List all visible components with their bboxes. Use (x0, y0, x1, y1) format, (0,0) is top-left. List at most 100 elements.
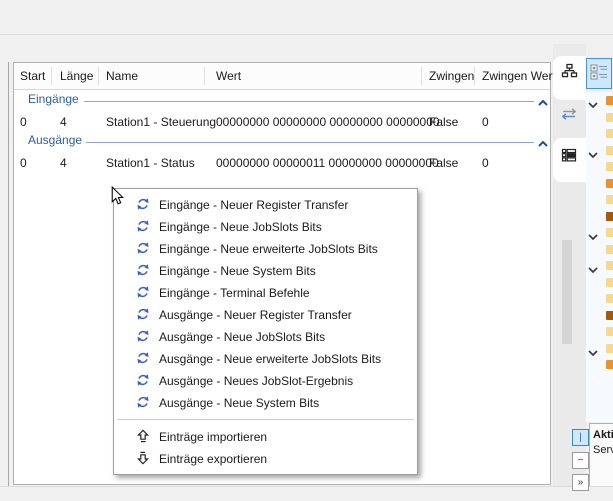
menu-item[interactable]: Ausgänge - Neue System Bits (114, 392, 417, 414)
clipped-item-fragment (606, 327, 613, 336)
sync-icon (136, 373, 150, 390)
menu-item[interactable]: Eingänge - Terminal Befehle (114, 282, 417, 304)
clipped-item-fragment (606, 311, 613, 320)
list-item[interactable] (586, 125, 613, 142)
menu-item-label: Eingänge - Neue JobSlots Bits (159, 220, 322, 234)
right-panel-list (586, 92, 613, 422)
strip-scrollbar-thumb[interactable] (562, 240, 572, 344)
menu-item[interactable]: Eingänge - Neue System Bits (114, 260, 417, 282)
menu-item-label: Eingänge - Terminal Befehle (159, 286, 310, 300)
export-arrow-down-icon (136, 451, 150, 468)
minimize-button[interactable]: − (572, 452, 589, 469)
menu-item-label: Ausgänge - Neue erweiterte JobSlots Bits (159, 352, 381, 366)
menu-item[interactable]: Ausgänge - Neues JobSlot-Ergebnis (114, 370, 417, 392)
list-item[interactable] (586, 323, 613, 340)
import-arrow-up-icon (136, 429, 150, 446)
list-item[interactable] (586, 340, 613, 357)
column-header-name[interactable]: Name (106, 69, 138, 83)
group-label: Ausgänge (28, 133, 82, 147)
cell-laenge: 4 (60, 115, 67, 129)
status-subtitle: Serv (593, 444, 613, 456)
list-rows-icon[interactable] (561, 148, 577, 165)
column-header-wert[interactable]: Wert (216, 69, 241, 83)
list-item[interactable] (586, 175, 613, 192)
expand-panel-button[interactable]: » (572, 474, 589, 491)
column-header-start[interactable]: Start (20, 69, 45, 83)
table-row[interactable]: 0 4 Station1 - Steuerung 00000000 000000… (14, 109, 550, 130)
cell-zwingen-wert: 0 (482, 115, 489, 129)
expand-all-button[interactable] (586, 58, 612, 89)
clipped-item-fragment (606, 245, 613, 254)
column-header-laenge[interactable]: Länge (60, 69, 93, 83)
list-item[interactable] (586, 142, 613, 159)
list-item[interactable] (586, 92, 613, 109)
minus-icon: − (578, 456, 584, 466)
table-row[interactable]: 0 4 Station1 - Status 00000000 00000011 … (14, 150, 550, 171)
menu-item[interactable]: Eingänge - Neue JobSlots Bits (114, 216, 417, 238)
app-window: Start Länge Name Wert Zwingen Zwingen We… (0, 0, 613, 501)
group-row-eingaenge[interactable]: Eingänge (14, 89, 550, 109)
clipped-item-fragment (606, 344, 613, 353)
sync-icon (136, 329, 150, 346)
cell-wert: 00000000 00000000 00000000 00000000 (216, 115, 440, 129)
column-separator (98, 67, 99, 85)
menu-item-label: Einträge importieren (159, 430, 267, 444)
column-separator (204, 67, 205, 85)
left-pane-edge (8, 62, 9, 486)
group-rule-line (86, 142, 534, 143)
menu-item-label: Ausgänge - Neues JobSlot-Ergebnis (159, 374, 353, 388)
menu-item[interactable]: Eingänge - Neue erweiterte JobSlots Bits (114, 238, 417, 260)
clipped-item-fragment (606, 212, 613, 221)
list-item[interactable] (586, 274, 613, 291)
status-title: Akti (593, 429, 613, 441)
sync-icon (136, 351, 150, 368)
hierarchy-icon[interactable] (561, 63, 578, 81)
pin-button[interactable]: | (572, 429, 589, 446)
cell-wert: 00000000 00000011 00000000 00000000 (216, 156, 439, 170)
list-item[interactable] (586, 241, 613, 258)
context-menu: Eingänge - Neuer Register Transfer Eingä… (113, 188, 418, 475)
clipped-item-fragment (606, 113, 613, 122)
group-rule-line (84, 101, 534, 102)
clipped-item-fragment (606, 228, 613, 237)
list-item[interactable] (586, 158, 613, 175)
list-item[interactable] (586, 307, 613, 324)
group-row-ausgaenge[interactable]: Ausgänge (14, 130, 550, 150)
menu-item[interactable]: Ausgänge - Neue erweiterte JobSlots Bits (114, 348, 417, 370)
list-item[interactable] (586, 257, 613, 274)
sync-icon (136, 197, 150, 214)
menu-item-label: Eingänge - Neue erweiterte JobSlots Bits (159, 242, 378, 256)
menu-item-export[interactable]: Einträge exportieren (114, 448, 417, 470)
clipped-item-fragment (606, 294, 613, 303)
menu-item-import[interactable]: Einträge importieren (114, 426, 417, 448)
menu-item[interactable]: Ausgänge - Neue JobSlots Bits (114, 326, 417, 348)
swap-arrows-icon[interactable] (560, 107, 578, 124)
list-item[interactable] (586, 191, 613, 208)
collapse-chevron-up-icon[interactable] (538, 95, 548, 109)
pipe-icon: | (579, 433, 582, 443)
cell-zwingen: False (429, 156, 458, 170)
collapse-chevron-up-icon[interactable] (538, 136, 548, 150)
menu-item-label: Ausgänge - Neuer Register Transfer (159, 308, 352, 322)
sync-icon (136, 241, 150, 258)
clipped-item-fragment (606, 360, 613, 369)
right-side-panel: Akti Serv (586, 44, 613, 486)
column-header-zwingen[interactable]: Zwingen (429, 69, 474, 83)
menu-item[interactable]: Ausgänge - Neuer Register Transfer (114, 304, 417, 326)
cell-start: 0 (20, 156, 27, 170)
list-item[interactable] (586, 224, 613, 241)
clipped-item-fragment (606, 162, 613, 171)
list-item[interactable] (586, 290, 613, 307)
menu-item-label: Ausgänge - Neue JobSlots Bits (159, 330, 325, 344)
sync-icon (136, 285, 150, 302)
list-item[interactable] (586, 109, 613, 126)
clipped-item-fragment (606, 146, 613, 155)
clipped-item-fragment (606, 195, 613, 204)
list-item[interactable] (586, 208, 613, 225)
column-separator (51, 67, 52, 85)
menu-item[interactable]: Eingänge - Neuer Register Transfer (114, 194, 417, 216)
column-header-zwingen-wert[interactable]: Zwingen Wert (482, 69, 556, 83)
menu-item-label: Einträge exportieren (159, 452, 267, 466)
list-item[interactable] (586, 356, 613, 373)
double-chevron-right-icon: » (578, 478, 584, 488)
